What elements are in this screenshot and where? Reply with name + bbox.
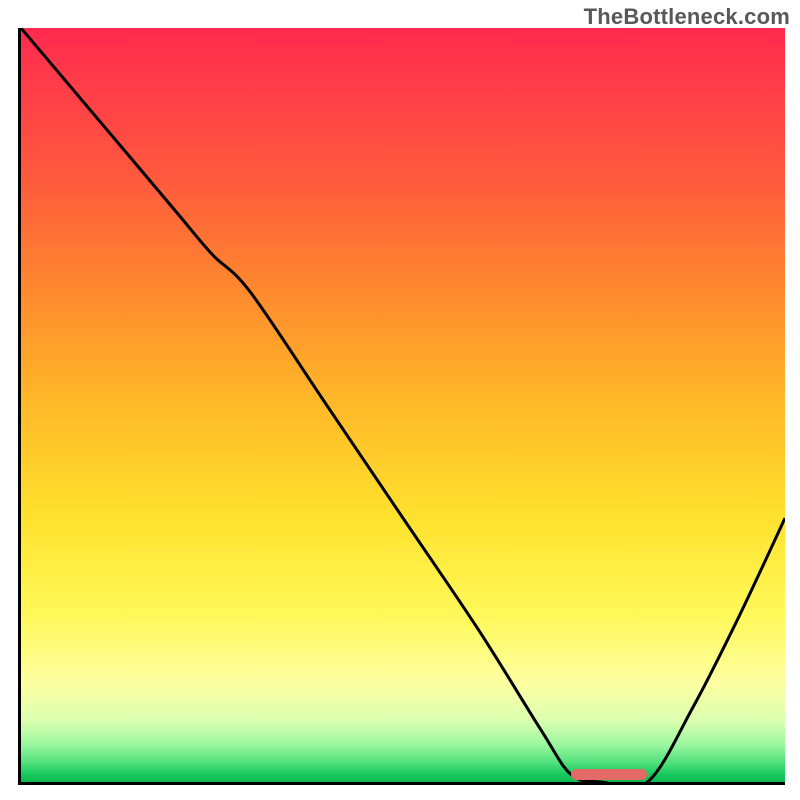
bottleneck-curve	[21, 28, 785, 782]
optimal-range-marker	[571, 769, 647, 780]
watermark-text: TheBottleneck.com	[584, 4, 790, 30]
curve-path	[21, 28, 785, 782]
chart-container: TheBottleneck.com	[0, 0, 800, 800]
plot-area	[18, 28, 785, 785]
